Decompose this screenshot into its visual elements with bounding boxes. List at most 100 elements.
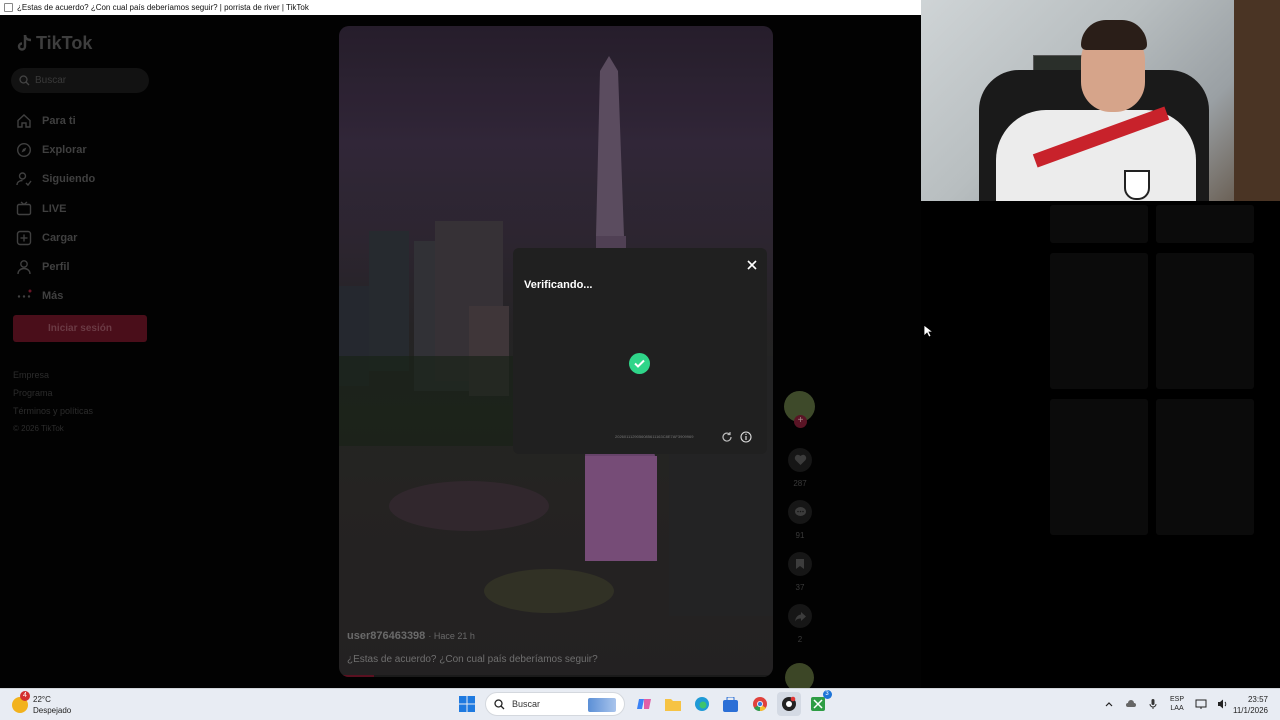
grid-cell[interactable] — [1050, 205, 1148, 243]
obs-icon[interactable] — [776, 692, 801, 716]
grid-cell[interactable] — [1156, 399, 1254, 535]
search-input[interactable] — [35, 75, 145, 86]
webcam-shirt — [996, 110, 1196, 201]
notification-badge: 3 — [822, 690, 832, 699]
tiktok-app: TikTok Para ti Explorar Siguiendo LIVE — [0, 15, 921, 692]
microphone-icon[interactable] — [1147, 698, 1159, 710]
grid-cell[interactable] — [1050, 399, 1148, 535]
close-icon[interactable] — [745, 258, 759, 272]
sun-icon: 4 — [12, 691, 30, 713]
sidebar-item-label: Perfil — [42, 261, 70, 274]
chrome-icon[interactable] — [748, 692, 772, 716]
login-button[interactable]: Iniciar sesión — [13, 315, 147, 342]
sidebar-item-cargar[interactable]: Cargar — [16, 223, 95, 252]
verification-code: 2026011129056085611163C8E7AF3909969 — [615, 434, 694, 439]
weather-badge: 4 — [20, 691, 30, 701]
info-icon[interactable] — [740, 431, 752, 443]
xbox-icon[interactable]: 3 — [806, 690, 832, 716]
video-grid-panel — [1050, 205, 1255, 535]
system-clock[interactable]: 23:57 11/1/2026 — [1233, 694, 1268, 716]
success-check-icon — [629, 353, 650, 374]
search-bar[interactable] — [11, 68, 149, 93]
save-count: 37 — [795, 583, 805, 592]
grid-cell[interactable] — [1156, 205, 1254, 243]
sidebar-item-label: Explorar — [42, 143, 87, 156]
grid-cell[interactable] — [1050, 253, 1148, 389]
sidebar-item-perfil[interactable]: Perfil — [16, 252, 95, 281]
share-icon[interactable] — [788, 604, 812, 628]
profile-icon — [17, 260, 31, 275]
weather-widget[interactable]: 4 22°C Despejado — [12, 691, 72, 716]
copilot-icon[interactable] — [632, 692, 656, 716]
search-icon — [494, 698, 505, 709]
sidebar-footer: Empresa Programa Términos y políticas © … — [13, 370, 93, 438]
like-action[interactable]: 287 — [788, 448, 812, 488]
weather-desc: Despejado — [33, 706, 72, 715]
clock-time: 23:57 — [1247, 695, 1268, 704]
comment-count: 91 — [795, 531, 805, 540]
sidebar-item-explorar[interactable]: Explorar — [16, 135, 95, 164]
video-actions: + 287 91 37 2 — [784, 391, 816, 644]
webcam-overlay — [921, 0, 1280, 201]
share-action[interactable]: 2 — [788, 604, 812, 644]
system-tray: ESP LAA — [1098, 695, 1234, 713]
compass-icon — [16, 142, 32, 157]
sidebar-item-para-ti[interactable]: Para ti — [16, 106, 95, 135]
video-caption: ¿Estas de acuerdo? ¿Con cual país deberí… — [347, 654, 598, 665]
creator-avatar[interactable]: + — [784, 391, 815, 428]
following-icon — [16, 172, 32, 187]
modal-title: Verificando... — [524, 279, 593, 291]
taskbar-search[interactable]: Buscar — [485, 692, 625, 716]
chevron-up-icon[interactable] — [1103, 698, 1115, 710]
verification-modal: Verificando... 2026011129056085611163C8E… — [513, 248, 767, 454]
display-icon[interactable] — [1195, 698, 1207, 710]
sidebar-item-mas[interactable]: Más — [16, 282, 95, 311]
window-title-bar: ¿Estas de acuerdo? ¿Con cual país deberí… — [0, 0, 921, 15]
refresh-icon[interactable] — [721, 431, 733, 443]
video-progress-fill — [339, 675, 374, 677]
bookmark-icon[interactable] — [788, 552, 812, 576]
sidebar-item-label: Más — [42, 290, 64, 303]
like-count: 287 — [793, 479, 807, 488]
sidebar-item-live[interactable]: LIVE — [16, 194, 95, 223]
footer-link-terms[interactable]: Términos y políticas — [13, 406, 93, 424]
grid-cell[interactable] — [1156, 253, 1254, 389]
comment-icon[interactable] — [788, 500, 812, 524]
language-indicator[interactable]: ESP LAA — [1170, 695, 1184, 713]
video-author[interactable]: user876463398 · Hace 21 h — [347, 630, 475, 642]
cloud-icon[interactable] — [1125, 698, 1137, 710]
volume-icon[interactable] — [1217, 698, 1229, 710]
upload-icon — [16, 230, 32, 246]
edge-icon[interactable] — [690, 692, 714, 716]
sidebar-item-label: Para ti — [42, 114, 76, 127]
logo-text: TikTok — [36, 33, 93, 53]
home-icon — [17, 113, 31, 128]
video-progress-bar[interactable] — [339, 675, 773, 677]
taskbar-search-label: Buscar — [512, 699, 541, 709]
windows-start-icon[interactable] — [455, 692, 479, 716]
comment-action[interactable]: 91 — [788, 500, 812, 540]
more-icon — [17, 289, 32, 299]
save-action[interactable]: 37 — [788, 552, 812, 592]
author-username[interactable]: user876463398 — [347, 630, 425, 642]
lang-bottom: LAA — [1170, 705, 1184, 712]
webcam-door — [1234, 0, 1280, 201]
sidebar-nav: Para ti Explorar Siguiendo LIVE Cargar P… — [16, 106, 95, 311]
footer-link-program[interactable]: Programa — [13, 388, 93, 406]
tiktok-note-icon — [17, 34, 32, 51]
sidebar-item-siguiendo[interactable]: Siguiendo — [16, 165, 95, 194]
weather-temp: 22°C — [33, 695, 51, 704]
share-count: 2 — [797, 635, 803, 644]
taskbar-apps: Buscar 3 — [452, 690, 832, 716]
clock-date: 11/1/2026 — [1233, 706, 1268, 715]
follow-plus-icon[interactable]: + — [794, 415, 807, 428]
sidebar-item-label: Siguiendo — [42, 173, 96, 186]
store-icon[interactable] — [719, 692, 743, 716]
footer-link-company[interactable]: Empresa — [13, 370, 93, 388]
sidebar-item-label: LIVE — [42, 202, 67, 215]
webcam-hair — [1081, 20, 1147, 50]
footer-copyright: © 2026 TikTok — [13, 424, 64, 433]
heart-icon[interactable] — [788, 448, 812, 472]
tiktok-logo[interactable]: TikTok — [16, 33, 92, 54]
file-explorer-icon[interactable] — [661, 692, 685, 716]
